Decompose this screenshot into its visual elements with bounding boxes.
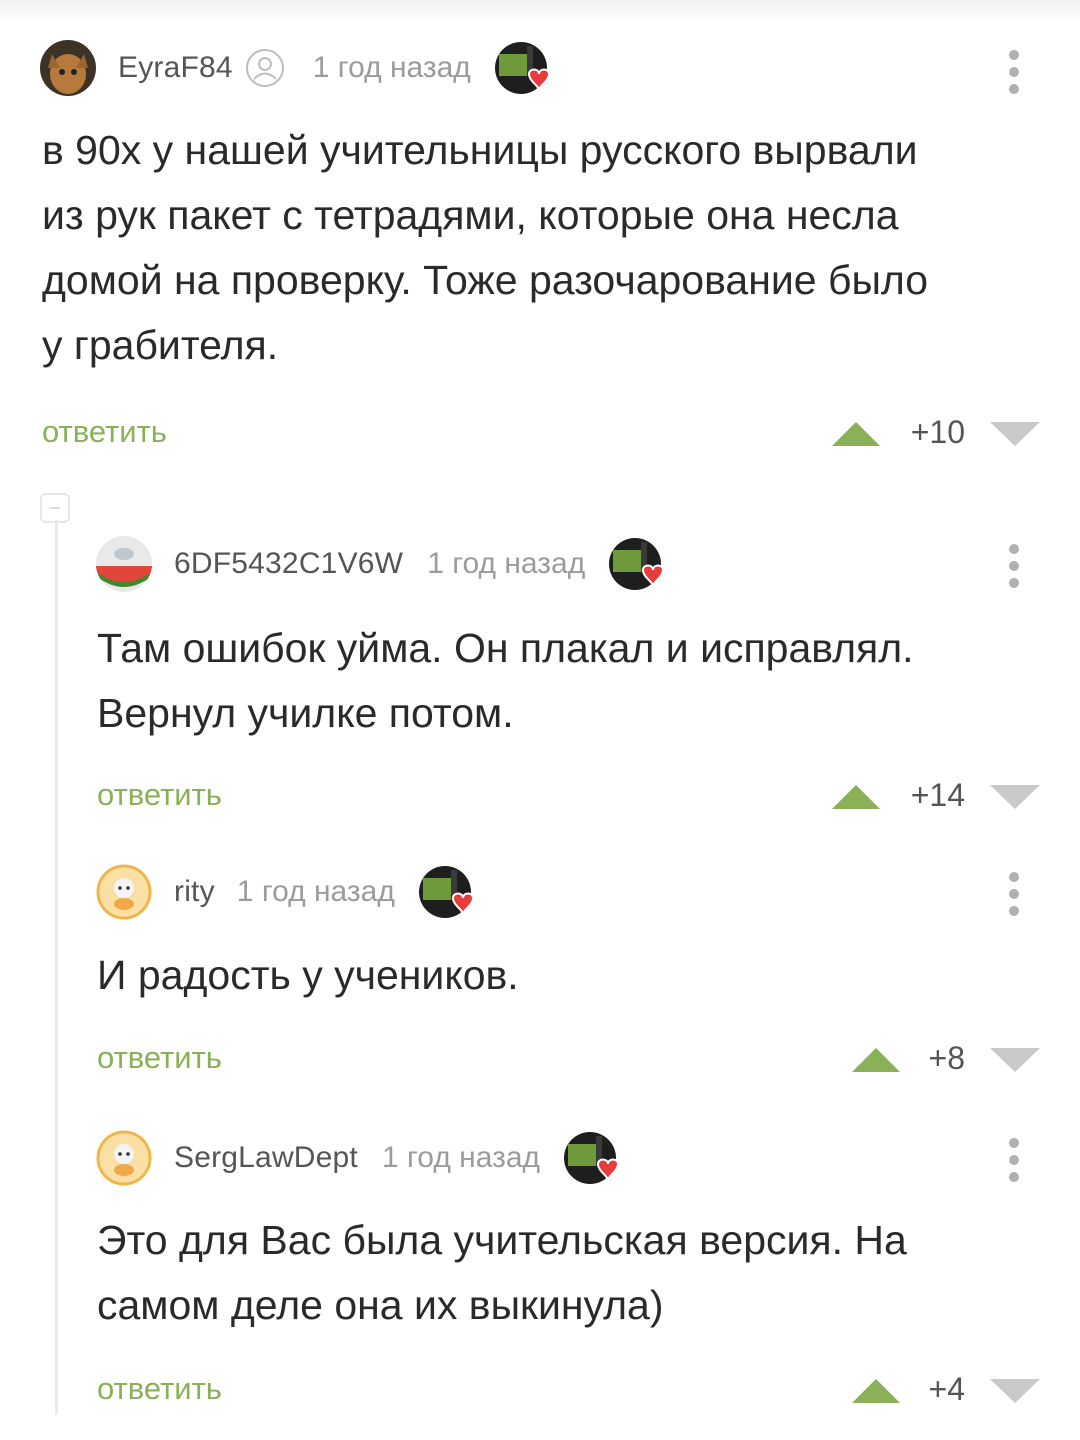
comment-time[interactable]: 1 год назад xyxy=(382,1141,540,1175)
downvote-icon[interactable] xyxy=(990,785,1040,809)
community-badge-icon[interactable] xyxy=(417,864,473,920)
comment-username[interactable]: 6DF5432C1V6W xyxy=(174,547,403,581)
upvote-icon[interactable] xyxy=(832,422,880,446)
comment-text: Там ошибок уйма. Он плакал и исправлял. … xyxy=(97,616,1057,746)
upvote-icon[interactable] xyxy=(832,785,880,809)
comment-text: Это для Вас была учительская версия. На … xyxy=(97,1208,1057,1338)
reply-button[interactable]: ответить xyxy=(97,777,222,813)
reply-button[interactable]: ответить xyxy=(42,414,167,450)
comment-text: И радость у учеников. xyxy=(97,943,1057,1008)
comment-text-line: И радость у учеников. xyxy=(97,952,519,998)
comments-page: EyraF84 1 год назад в 90х у нашей учител… xyxy=(0,0,1080,1440)
comment-text-line: самом деле она их выкинула) xyxy=(97,1282,664,1328)
comment-score: +10 xyxy=(910,414,965,450)
comment-score: +8 xyxy=(928,1040,965,1076)
more-options-icon[interactable] xyxy=(1004,869,1024,917)
comment-username[interactable]: SergLawDept xyxy=(174,1141,358,1175)
comment-username[interactable]: EyraF84 xyxy=(118,51,233,85)
comment-text-line: у грабителя. xyxy=(42,322,279,368)
thread-line[interactable] xyxy=(55,520,58,1415)
default-avatar-icon[interactable] xyxy=(96,864,152,920)
cat-avatar-icon[interactable] xyxy=(40,40,96,96)
downvote-icon[interactable] xyxy=(990,422,1040,446)
comment-text-line: в 90х у нашей учительницы русского вырва… xyxy=(42,127,918,173)
more-options-icon[interactable] xyxy=(1004,1135,1024,1183)
community-badge-icon[interactable] xyxy=(562,1130,619,1186)
downvote-icon[interactable] xyxy=(990,1379,1040,1403)
comment-text-line: Это для Вас была учительская версия. На xyxy=(97,1217,907,1263)
comment-score: +4 xyxy=(928,1371,965,1407)
comment-text: в 90х у нашей учительницы русского вырва… xyxy=(42,118,1002,378)
comment-score: +14 xyxy=(910,777,965,813)
comment-username[interactable]: rity xyxy=(174,875,215,909)
more-options-icon[interactable] xyxy=(1004,47,1024,95)
comment-text-line: из рук пакет с тетрадями, которые она не… xyxy=(42,192,899,238)
comment-text-line: домой на проверку. Тоже разочарование бы… xyxy=(42,257,929,303)
comment-time[interactable]: 1 год назад xyxy=(313,51,471,85)
comment-text-line: Вернул училке потом. xyxy=(97,690,514,736)
community-badge-icon[interactable] xyxy=(607,536,664,592)
downvote-icon[interactable] xyxy=(990,1048,1040,1072)
more-options-icon[interactable] xyxy=(1004,541,1024,589)
reply-button[interactable]: ответить xyxy=(97,1040,222,1076)
community-badge-icon[interactable] xyxy=(493,40,549,96)
comment-text-line: Там ошибок уйма. Он плакал и исправлял. xyxy=(97,625,914,671)
reply-button[interactable]: ответить xyxy=(97,1371,222,1407)
default-avatar-icon[interactable] xyxy=(96,1130,152,1186)
comment-time[interactable]: 1 год назад xyxy=(237,875,395,909)
watermelon-avatar-icon[interactable] xyxy=(96,536,152,592)
verified-user-icon xyxy=(245,49,284,87)
comment-time[interactable]: 1 год назад xyxy=(427,547,585,581)
collapse-thread-button[interactable] xyxy=(40,493,70,523)
